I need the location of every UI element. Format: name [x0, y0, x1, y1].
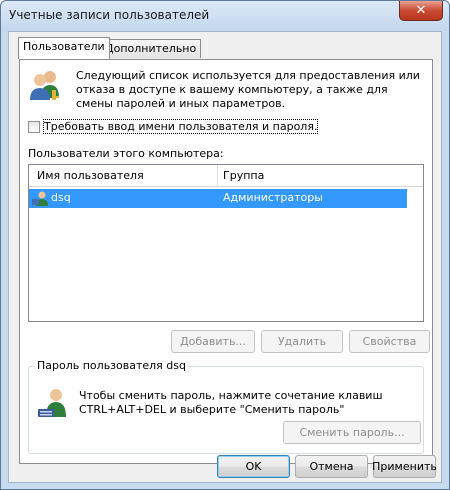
require-login-label[interactable]: Требовать ввод имени пользователя и паро…	[42, 119, 319, 134]
users-icon	[30, 71, 59, 100]
column-header-group[interactable]: Группа	[223, 169, 264, 182]
cancel-button[interactable]: Отмена	[295, 455, 368, 478]
require-login-row[interactable]: Требовать ввод имени пользователя и паро…	[28, 119, 319, 134]
column-header-username[interactable]: Имя пользователя	[37, 169, 144, 182]
users-listview[interactable]: Имя пользователя Группа dsq Администрато…	[28, 164, 424, 322]
row-group: Администраторы	[223, 191, 323, 204]
require-login-checkbox[interactable]	[28, 120, 40, 133]
table-row[interactable]: dsq Администраторы	[29, 189, 407, 208]
column-separator[interactable]	[217, 165, 218, 187]
users-tab-panel: Следующий список используется для предос…	[19, 59, 433, 464]
apply-button[interactable]: Применить	[372, 455, 437, 478]
title-bar[interactable]: Учетные записи пользователей ✕	[1, 1, 449, 31]
password-groupbox: Пароль пользователя dsq Чтобы сменить па…	[28, 359, 424, 454]
change-password-button[interactable]: Сменить пароль...	[283, 421, 421, 444]
ok-button[interactable]: OK	[217, 455, 290, 478]
info-text: Следующий список используется для предос…	[76, 69, 420, 110]
password-instructions: Чтобы сменить пароль, нажмите сочетание …	[79, 389, 383, 416]
dialog-client-area: Пользователи Дополнительно Следующий спи…	[8, 31, 442, 483]
listview-header: Имя пользователя Группа	[29, 165, 423, 187]
password-group-title: Пароль пользователя dsq	[35, 359, 188, 372]
tab-users[interactable]: Пользователи	[18, 37, 110, 59]
row-username: dsq	[51, 191, 71, 204]
tab-advanced[interactable]: Дополнительно	[100, 39, 202, 58]
users-list-label: Пользователи этого компьютера:	[28, 147, 224, 160]
close-icon: ✕	[415, 3, 427, 18]
remove-user-button[interactable]: Удалить	[261, 330, 343, 353]
user-keyboard-icon	[38, 389, 66, 417]
user-icon	[32, 191, 48, 206]
add-user-button[interactable]: Добавить...	[171, 330, 255, 353]
properties-button[interactable]: Свойства	[349, 330, 430, 353]
close-button[interactable]: ✕	[399, 1, 443, 21]
tab-advanced-label: Дополнительно	[105, 42, 197, 55]
tab-users-label: Пользователи	[23, 40, 105, 53]
window-title: Учетные записи пользователей	[9, 8, 210, 22]
user-accounts-window: Учетные записи пользователей ✕ Пользоват…	[0, 0, 450, 490]
